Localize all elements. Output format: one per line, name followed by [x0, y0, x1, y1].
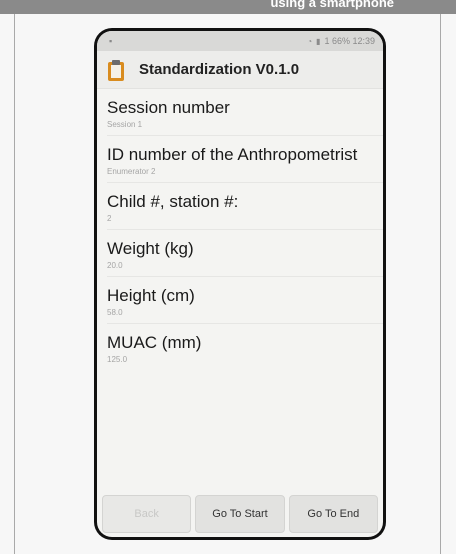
- field-child-station[interactable]: Child #, station #: 2: [107, 183, 383, 230]
- field-value: 20.0: [107, 261, 123, 270]
- frame-divider-left: [14, 14, 15, 554]
- status-text: 1 66% 12:39: [324, 36, 375, 46]
- go-to-start-button[interactable]: Go To Start: [195, 495, 285, 533]
- navigation-bar: Back Go To Start Go To End: [97, 491, 383, 537]
- go-to-end-button[interactable]: Go To End: [288, 495, 378, 533]
- frame-divider-right: [440, 14, 441, 554]
- status-bar: ▪ ◔ ▮ 1 66% 12:39: [97, 31, 383, 51]
- field-list: Session number Session 1 ID number of th…: [97, 89, 383, 370]
- field-anthropometrist-id[interactable]: ID number of the Anthropometrist Enumera…: [107, 136, 383, 183]
- field-label: ID number of the Anthropometrist: [107, 145, 358, 164]
- field-label: Session number: [107, 98, 230, 117]
- field-weight[interactable]: Weight (kg) 20.0: [107, 230, 383, 277]
- phone-screen: ▪ ◔ ▮ 1 66% 12:39 Standardization V0.1.0…: [97, 31, 383, 537]
- notification-icon: ▪: [109, 36, 113, 46]
- back-button[interactable]: Back: [102, 495, 192, 533]
- field-label: MUAC (mm): [107, 333, 202, 352]
- banner-title: using a smartphone: [0, 0, 456, 14]
- field-label: Height (cm): [107, 286, 195, 305]
- app-bar: Standardization V0.1.0: [97, 51, 383, 89]
- clipboard-icon: [107, 59, 125, 81]
- field-value: 125.0: [107, 355, 128, 364]
- field-session-number[interactable]: Session number Session 1: [107, 89, 383, 136]
- wifi-icon: ◔: [307, 36, 313, 46]
- phone-frame: ▪ ◔ ▮ 1 66% 12:39 Standardization V0.1.0…: [94, 28, 386, 540]
- field-value: Enumerator 2: [107, 167, 156, 176]
- signal-icon: ▮: [316, 36, 321, 46]
- field-value: 2: [107, 214, 112, 223]
- field-label: Weight (kg): [107, 239, 194, 258]
- field-value: 58.0: [107, 308, 123, 317]
- field-value: Session 1: [107, 120, 143, 129]
- field-label: Child #, station #:: [107, 192, 239, 211]
- field-muac[interactable]: MUAC (mm) 125.0: [107, 324, 383, 370]
- app-title: Standardization V0.1.0: [139, 61, 300, 78]
- field-height[interactable]: Height (cm) 58.0: [107, 277, 383, 324]
